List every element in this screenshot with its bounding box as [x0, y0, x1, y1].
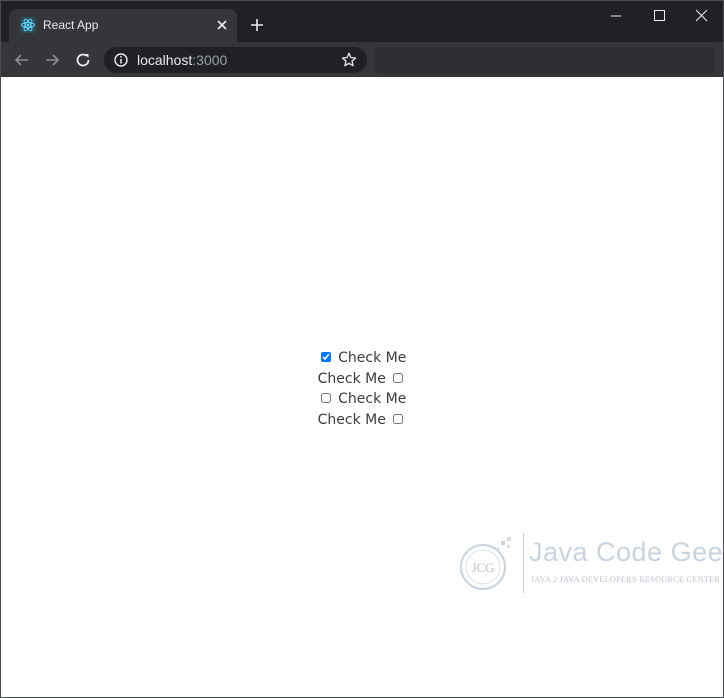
checkbox-2[interactable]	[393, 372, 404, 383]
url-host: localhost	[137, 52, 193, 68]
tab-title: React App	[43, 18, 99, 32]
checkbox-label: Check Me	[338, 391, 407, 407]
forward-arrow-icon[interactable]	[41, 49, 63, 71]
checkbox-label-wrapper[interactable]: Check Me	[318, 389, 407, 409]
jcg-logo-icon: JCG	[460, 537, 511, 590]
url-port: :3000	[192, 52, 228, 68]
url-text: localhost:3000	[137, 52, 227, 68]
checkbox-3[interactable]	[320, 393, 331, 403]
back-arrow-icon[interactable]	[11, 49, 33, 71]
new-tab-plus-icon[interactable]	[248, 16, 266, 34]
logo-text: JCG	[471, 560, 494, 575]
browser-toolbar: localhost:3000	[1, 42, 723, 77]
toolbar-extension-area	[375, 47, 715, 73]
checkbox-label: Check Me	[317, 411, 386, 428]
watermark: JCG Java Code Geeks Java 2 Java Develope…	[457, 529, 724, 599]
checkbox-list: Check Me Check Me Check Me Check Me	[1, 348, 723, 430]
close-icon[interactable]	[213, 16, 231, 34]
checkbox-row-2: Check Me	[1, 369, 723, 390]
checkbox-row-3: Check Me	[1, 389, 723, 410]
watermark-title: Java Code Geeks	[529, 537, 724, 567]
checkbox-label-wrapper[interactable]: Check Me	[318, 369, 407, 389]
checkbox-label: Check Me	[317, 370, 386, 387]
browser-window: React App localhost:3000 Check Me Check …	[0, 0, 724, 698]
checkbox-4[interactable]	[393, 413, 404, 424]
checkbox-row-4: Check Me	[1, 410, 723, 431]
checkbox-label-wrapper[interactable]: Check Me	[318, 410, 407, 430]
watermark-divider	[523, 533, 524, 593]
window-close-icon[interactable]	[679, 1, 723, 31]
tab-react-app[interactable]: React App	[9, 9, 237, 42]
star-icon[interactable]	[340, 51, 358, 69]
checkbox-1[interactable]	[320, 352, 331, 362]
maximize-icon[interactable]	[637, 1, 681, 31]
title-bar: React App	[1, 1, 723, 42]
address-bar[interactable]: localhost:3000	[104, 47, 367, 73]
watermark-subtitle: Java 2 Java Developers Resource Center	[531, 575, 721, 584]
info-icon[interactable]	[113, 52, 129, 68]
react-icon	[20, 17, 36, 33]
page-viewport: Check Me Check Me Check Me Check Me	[1, 77, 723, 697]
minimize-icon[interactable]	[593, 1, 637, 31]
checkbox-row-1: Check Me	[1, 348, 723, 369]
checkbox-label-wrapper[interactable]: Check Me	[318, 348, 407, 368]
reload-icon[interactable]	[72, 49, 94, 71]
checkbox-label: Check Me	[338, 350, 407, 366]
